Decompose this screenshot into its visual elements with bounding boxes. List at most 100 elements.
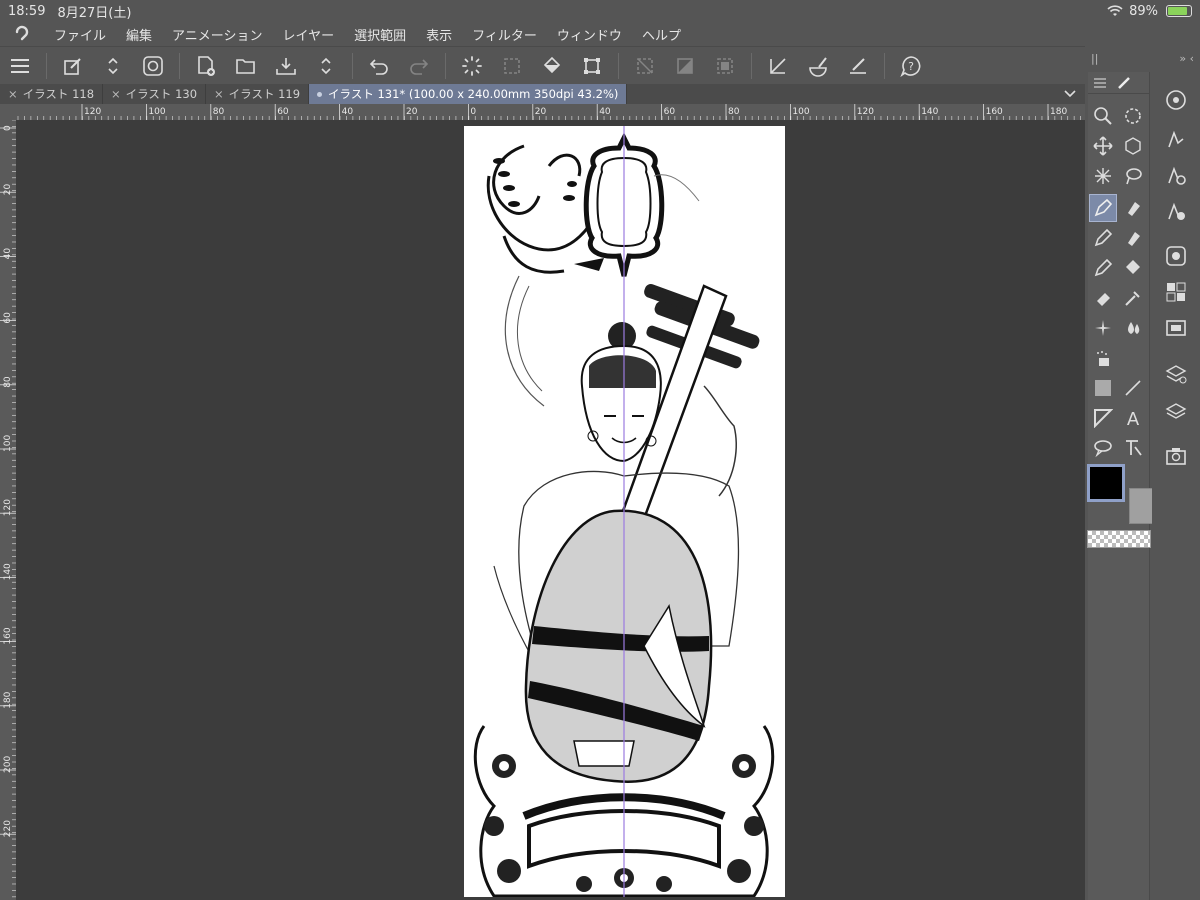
- color-wheel-icon[interactable]: [1162, 242, 1190, 270]
- brush-size-icon[interactable]: [1162, 198, 1190, 226]
- clip-studio-logo-icon[interactable]: [0, 22, 44, 46]
- brush-ruler-icon[interactable]: [801, 49, 835, 83]
- marker-tool-icon[interactable]: [1119, 194, 1147, 222]
- stepper-icon[interactable]: [96, 49, 130, 83]
- ruler-label: 120: [3, 499, 13, 516]
- magic-wand-icon[interactable]: [1089, 162, 1117, 190]
- command-bar: ?: [0, 46, 1085, 84]
- hide-selection-icon[interactable]: [708, 49, 742, 83]
- toolbar-separator: [179, 52, 180, 79]
- ruler-label: 0: [470, 107, 476, 117]
- main-color-swatch[interactable]: [1087, 464, 1125, 502]
- brush-tab-icon[interactable]: [1116, 75, 1132, 91]
- pen-tool-icon[interactable]: [1089, 194, 1117, 222]
- select-icon[interactable]: [495, 49, 529, 83]
- pen-ruler-icon[interactable]: [841, 49, 875, 83]
- close-tab-icon[interactable]: ×: [111, 87, 121, 101]
- document-tab[interactable]: × イラスト 118: [0, 84, 104, 104]
- fill-icon[interactable]: [535, 49, 569, 83]
- move-tool-icon[interactable]: [1089, 132, 1117, 160]
- pencil-tool-icon[interactable]: [1089, 224, 1117, 252]
- ruler-label: 80: [213, 107, 225, 117]
- redo-icon[interactable]: [402, 49, 436, 83]
- ruler-label: 60: [664, 107, 676, 117]
- rotate-tool-icon[interactable]: [1119, 102, 1147, 130]
- deselect-icon[interactable]: [628, 49, 662, 83]
- menu-item[interactable]: レイヤー: [273, 25, 345, 44]
- ruler-label: 40: [599, 107, 611, 117]
- ink-pen-tool-icon[interactable]: [1089, 254, 1117, 282]
- transparent-color-swatch[interactable]: [1087, 530, 1151, 548]
- layers-icon[interactable]: [1162, 398, 1190, 426]
- collapse-icon[interactable]: » ‹: [1179, 52, 1194, 65]
- menu-item[interactable]: 表示: [416, 25, 462, 44]
- sub-tool-detail-icon[interactable]: [1162, 126, 1190, 154]
- tool-property-icon[interactable]: [1162, 162, 1190, 190]
- tab-label: イラスト 130: [125, 87, 198, 101]
- blend-tool-icon[interactable]: [1119, 314, 1147, 342]
- sparkle-tool-icon[interactable]: [1089, 314, 1117, 342]
- ruler-label: 140: [921, 107, 938, 117]
- camera-icon[interactable]: [1162, 442, 1190, 470]
- new-canvas-icon[interactable]: [189, 49, 223, 83]
- ruler-label: 40: [342, 107, 354, 117]
- battery-icon: [1166, 5, 1192, 17]
- layer-property-icon[interactable]: [1162, 360, 1190, 388]
- color-set-icon[interactable]: [1162, 278, 1190, 306]
- menu-item[interactable]: ウィンドウ: [547, 25, 632, 44]
- text-tool-icon[interactable]: A: [1119, 404, 1147, 432]
- menu-item[interactable]: ヘルプ: [632, 25, 691, 44]
- menu-item[interactable]: 選択範囲: [344, 25, 416, 44]
- panel-grip-icon[interactable]: ||: [1091, 52, 1098, 65]
- ruler-icon[interactable]: [761, 49, 795, 83]
- airbrush-tool-icon[interactable]: [1089, 344, 1117, 372]
- menu-item[interactable]: フィルター: [462, 25, 547, 44]
- fill-tool-icon[interactable]: [1119, 254, 1147, 282]
- lasso-tool-icon[interactable]: [1119, 162, 1147, 190]
- document-tab[interactable]: × イラスト 130: [103, 84, 207, 104]
- balloon-tool-icon[interactable]: [1089, 434, 1117, 462]
- loading-icon[interactable]: [455, 49, 489, 83]
- open-folder-icon[interactable]: [229, 49, 263, 83]
- ruler-label: 120: [84, 107, 101, 117]
- document-tab[interactable]: × イラスト 119: [206, 84, 310, 104]
- line-tool-icon[interactable]: [1119, 374, 1147, 402]
- active-tab-label: イラスト 131* (100.00 x 240.00mm 350dpi 43.2…: [328, 87, 619, 101]
- transform-icon[interactable]: [575, 49, 609, 83]
- toolbar-separator: [46, 52, 47, 79]
- menu-item[interactable]: ファイル: [44, 25, 116, 44]
- frame-tool-icon[interactable]: [1089, 404, 1117, 432]
- help-icon[interactable]: ?: [894, 49, 928, 83]
- menu-icon[interactable]: [3, 49, 37, 83]
- ruler-label: 160: [3, 627, 13, 644]
- chevron-down-icon[interactable]: [1055, 84, 1085, 104]
- menu-item[interactable]: 編集: [116, 25, 162, 44]
- palette-menu-icon[interactable]: [1094, 77, 1106, 88]
- eraser-tool-icon[interactable]: [1089, 284, 1117, 312]
- correct-line-tool-icon[interactable]: [1119, 434, 1147, 462]
- canvas-artwork[interactable]: [464, 126, 785, 897]
- save-icon[interactable]: [269, 49, 303, 83]
- ruler-label: 140: [3, 563, 13, 580]
- status-time: 18:59: [8, 3, 46, 19]
- invert-selection-icon[interactable]: [668, 49, 702, 83]
- navigator-icon[interactable]: [1162, 86, 1190, 114]
- battery-percent: 89%: [1129, 3, 1158, 19]
- zoom-tool-icon[interactable]: [1089, 102, 1117, 130]
- brush-tool-icon[interactable]: [1119, 224, 1147, 252]
- ruler-label: 20: [3, 183, 13, 195]
- edit-icon[interactable]: [56, 49, 90, 83]
- timeline-icon[interactable]: [1162, 314, 1190, 342]
- clip-studio-icon[interactable]: [136, 49, 170, 83]
- undo-icon[interactable]: [362, 49, 396, 83]
- tab-active-document[interactable]: イラスト 131* (100.00 x 240.00mm 350dpi 43.2…: [309, 84, 628, 104]
- menu-item[interactable]: アニメーション: [162, 25, 272, 44]
- object-tool-icon[interactable]: [1119, 132, 1147, 160]
- ruler-label: 100: [3, 435, 13, 452]
- eyedropper-tool-icon[interactable]: [1119, 284, 1147, 312]
- close-tab-icon[interactable]: ×: [8, 87, 18, 101]
- stepper-icon-2[interactable]: [309, 49, 343, 83]
- document-tabs: × イラスト 118 × イラスト 130 × イラスト 119 イラスト 131* (1…: [0, 84, 1085, 104]
- gradient-tool-icon[interactable]: [1089, 374, 1117, 402]
- close-tab-icon[interactable]: ×: [214, 87, 224, 101]
